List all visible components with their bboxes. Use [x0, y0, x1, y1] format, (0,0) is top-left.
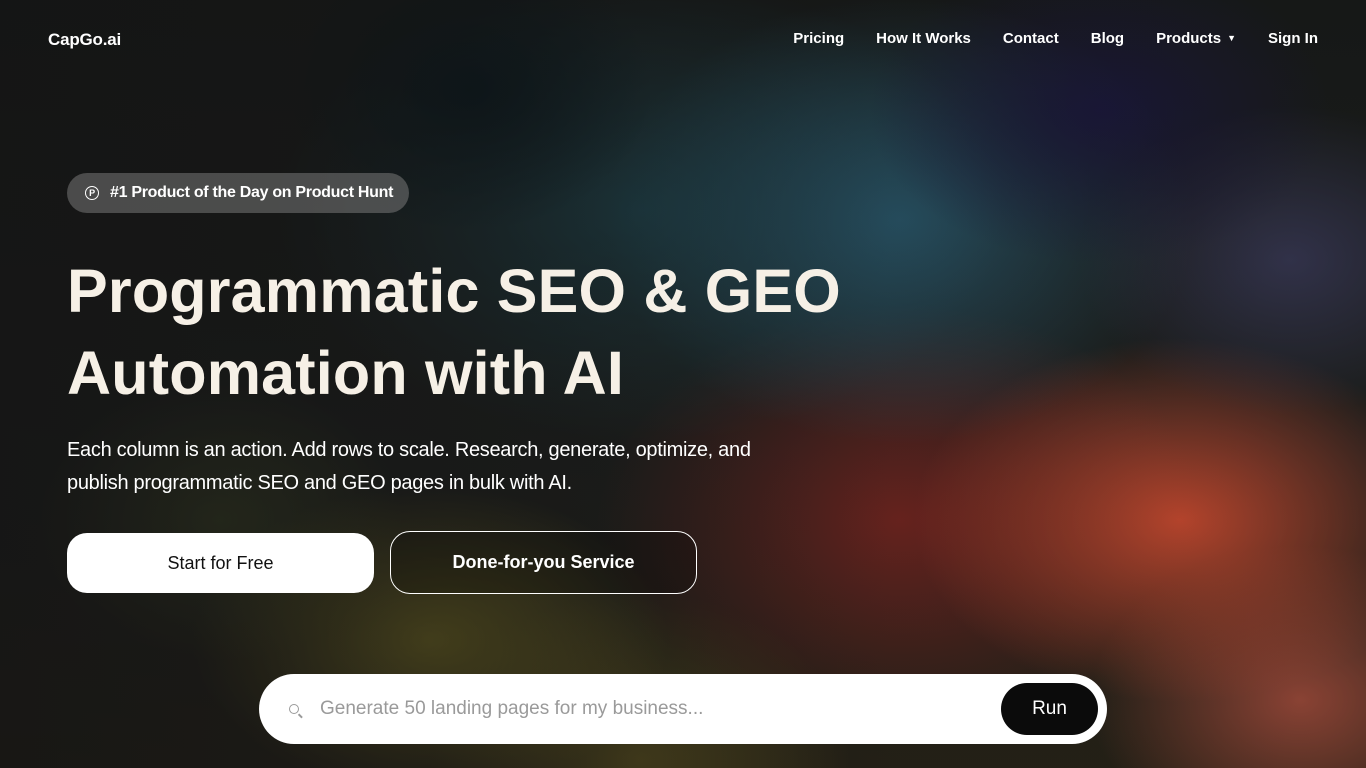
hero-headline-line-2: Automation with AI: [67, 339, 625, 407]
hero-subtext: Each column is an action. Add rows to sc…: [67, 439, 751, 494]
prompt-search-bar: Run: [259, 674, 1107, 744]
brand-logo[interactable]: CapGo.ai: [48, 30, 121, 50]
start-for-free-button[interactable]: Start for Free: [67, 533, 374, 593]
search-icon: [289, 704, 299, 714]
landing-page: CapGo.ai Pricing How It Works Contact Bl…: [0, 0, 1366, 768]
run-button[interactable]: Run: [1001, 683, 1098, 735]
nav-item-pricing[interactable]: Pricing: [793, 30, 844, 47]
done-for-you-service-button[interactable]: Done-for-you Service: [390, 531, 697, 594]
top-nav: Pricing How It Works Contact Blog Produc…: [793, 30, 1318, 47]
nav-item-how-it-works[interactable]: How It Works: [876, 30, 971, 47]
nav-item-contact[interactable]: Contact: [1003, 30, 1059, 47]
badge-text: #1 Product of the Day on Product Hunt: [110, 184, 394, 201]
hero-headline: Programmatic SEO & GEO Automation with A…: [67, 250, 841, 414]
nav-item-products-label: Products: [1156, 30, 1222, 47]
prompt-input[interactable]: [318, 697, 1001, 721]
nav-item-blog[interactable]: Blog: [1091, 30, 1124, 47]
product-hunt-badge[interactable]: P #1 Product of the Day on Product Hunt: [67, 173, 410, 213]
nav-item-products[interactable]: Products ▼: [1156, 30, 1236, 47]
caret-down-icon: ▼: [1227, 33, 1236, 43]
hero-headline-line-1: Programmatic SEO & GEO: [67, 257, 841, 325]
product-hunt-icon: P: [85, 186, 99, 200]
nav-item-sign-in[interactable]: Sign In: [1268, 30, 1318, 47]
